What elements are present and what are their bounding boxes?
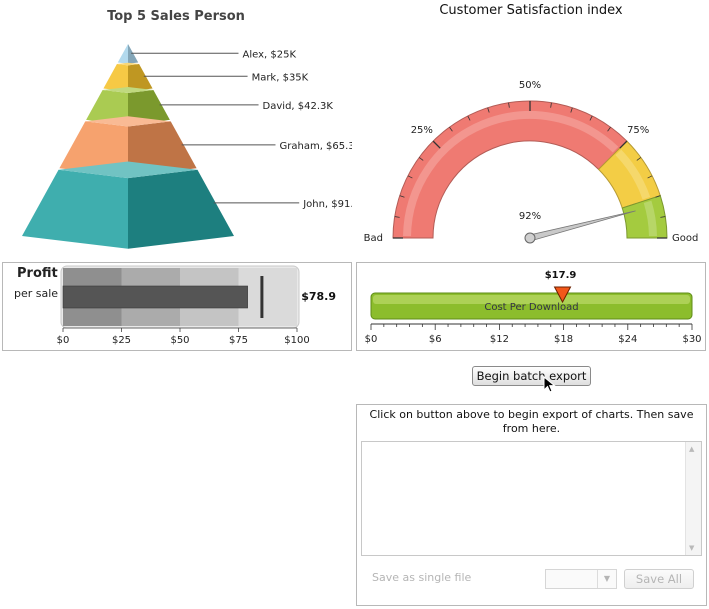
bullet-value-bar	[62, 285, 248, 309]
scroll-down-arrow-icon[interactable]: ▼	[689, 544, 694, 552]
gauge-pivot	[524, 232, 536, 244]
linear-gauge-value-label: $17.9	[545, 270, 577, 281]
gauge-tick-label: 50%	[519, 80, 541, 91]
linear-gauge-tick-label: $24	[618, 334, 637, 345]
pyramid-slice-john: John, $91.3K	[22, 161, 352, 249]
mouse-cursor-icon	[543, 376, 556, 393]
pyramid-label: Graham, $65.3K	[280, 141, 352, 152]
bullet-chart: $78.9 $0 $25 $50 $75 $100	[57, 265, 336, 346]
gauge-tick-label: 75%	[627, 125, 649, 136]
bullet-tick-label: $50	[170, 335, 189, 346]
textarea-scrollbar[interactable]: ▲ ▼	[685, 442, 701, 555]
gauge-max-label: Good	[672, 233, 698, 244]
gauge-title: Customer Satisfaction index	[439, 3, 623, 18]
save-all-button[interactable]: Save All	[624, 569, 694, 589]
export-instructions: Click on button above to begin export of…	[369, 408, 694, 435]
export-panel: Click on button above to begin export of…	[356, 404, 707, 606]
scroll-up-arrow-icon[interactable]: ▲	[689, 445, 694, 453]
export-output-textarea[interactable]: ▲ ▼	[361, 441, 702, 556]
linear-gauge-label: Cost Per Download	[484, 302, 578, 313]
linear-gauge-tick-label: $12	[490, 334, 509, 345]
gauge-tick-label: 25%	[411, 125, 433, 136]
linear-panel: Cost Per Download $17.9 $0 $6 $12 $18 $24 $30	[356, 262, 706, 351]
save-as-single-file-label: Save as single file	[372, 571, 472, 584]
gauge-min-label: Bad	[364, 233, 383, 244]
bullet-tick-label: $25	[112, 335, 131, 346]
bullet-tick-label: $0	[57, 335, 70, 346]
linear-gauge-chart: Cost Per Download $17.9 $0 $6 $12 $18 $24 $30	[365, 270, 702, 345]
pyramid-label: Mark, $35K	[252, 72, 309, 83]
pyramid-label: Alex, $25K	[242, 49, 296, 60]
begin-batch-export-button[interactable]: Begin batch export	[472, 366, 591, 386]
bullet-tick-label: $100	[284, 335, 309, 346]
gauge-needle	[528, 210, 636, 242]
linear-gauge-tick-label: $0	[365, 334, 378, 345]
linear-gauge-tick-label: $18	[554, 334, 573, 345]
bullet-value-label: $78.9	[301, 290, 336, 303]
pyramid-label: David, $42.3K	[263, 101, 334, 112]
chevron-down-icon: ▼	[597, 570, 616, 588]
linear-gauge-tick-label: $6	[429, 334, 442, 345]
export-format-select[interactable]: ▼	[545, 569, 617, 589]
pyramid-label: John, $91.3K	[302, 199, 352, 210]
pyramid-slice-mark: Mark, $35K	[103, 62, 309, 92]
linear-gauge-tick-label: $30	[682, 334, 701, 345]
pyramid-slice-alex: Alex, $25K	[117, 44, 296, 64]
gauge-chart: 25% 50% 75% Bad Good 92%	[364, 80, 699, 244]
pyramid-title: Top 5 Sales Person	[107, 9, 245, 24]
pyramid-chart: Alex, $25K Mark, $35K David, $42.3K Graham,…	[22, 44, 352, 249]
bullet-tick-label: $75	[229, 335, 248, 346]
gauge-value-label: 92%	[519, 211, 541, 222]
bullet-panel: Profit per sale $78.9 $0 $25 $50 $75 $100	[2, 262, 352, 351]
bullet-target-marker	[260, 276, 264, 318]
